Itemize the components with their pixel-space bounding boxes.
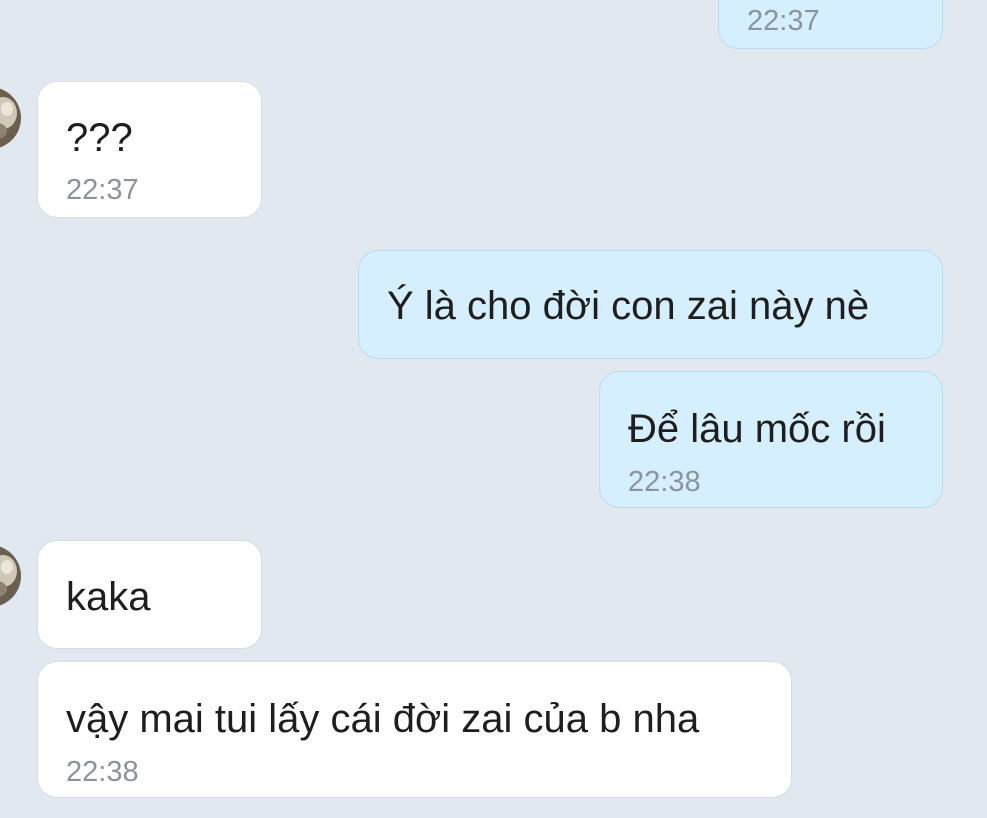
message-timestamp: 22:37 (747, 5, 820, 37)
avatar-icon (0, 546, 21, 606)
message-text: kaka (66, 575, 151, 619)
contact-avatar[interactable] (0, 87, 21, 149)
message-bubble-outgoing[interactable]: 22:37 (718, 0, 943, 49)
message-timestamp: 22:38 (66, 756, 139, 788)
message-text: ??? (66, 116, 133, 160)
message-bubble-outgoing[interactable]: Ý là cho đời con zai này nè (358, 250, 943, 359)
message-text: Để lâu mốc rồi (628, 407, 886, 451)
message-text: Ý là cho đời con zai này nè (387, 284, 870, 328)
message-timestamp: 22:38 (628, 466, 701, 498)
message-bubble-incoming[interactable]: kaka (37, 540, 262, 649)
message-timestamp: 22:37 (66, 174, 139, 206)
message-bubble-outgoing[interactable]: Để lâu mốc rồi 22:38 (599, 371, 943, 508)
chat-message-list[interactable]: 22:37 ??? 22:37 Ý là cho đời con zai này… (0, 0, 987, 818)
avatar-icon (0, 88, 21, 148)
contact-avatar[interactable] (0, 545, 21, 607)
message-text: vậy mai tui lấy cái đời zai của b nha (66, 697, 700, 741)
message-bubble-incoming[interactable]: ??? 22:37 (37, 81, 262, 218)
message-bubble-incoming[interactable]: vậy mai tui lấy cái đời zai của b nha 22… (37, 661, 792, 798)
